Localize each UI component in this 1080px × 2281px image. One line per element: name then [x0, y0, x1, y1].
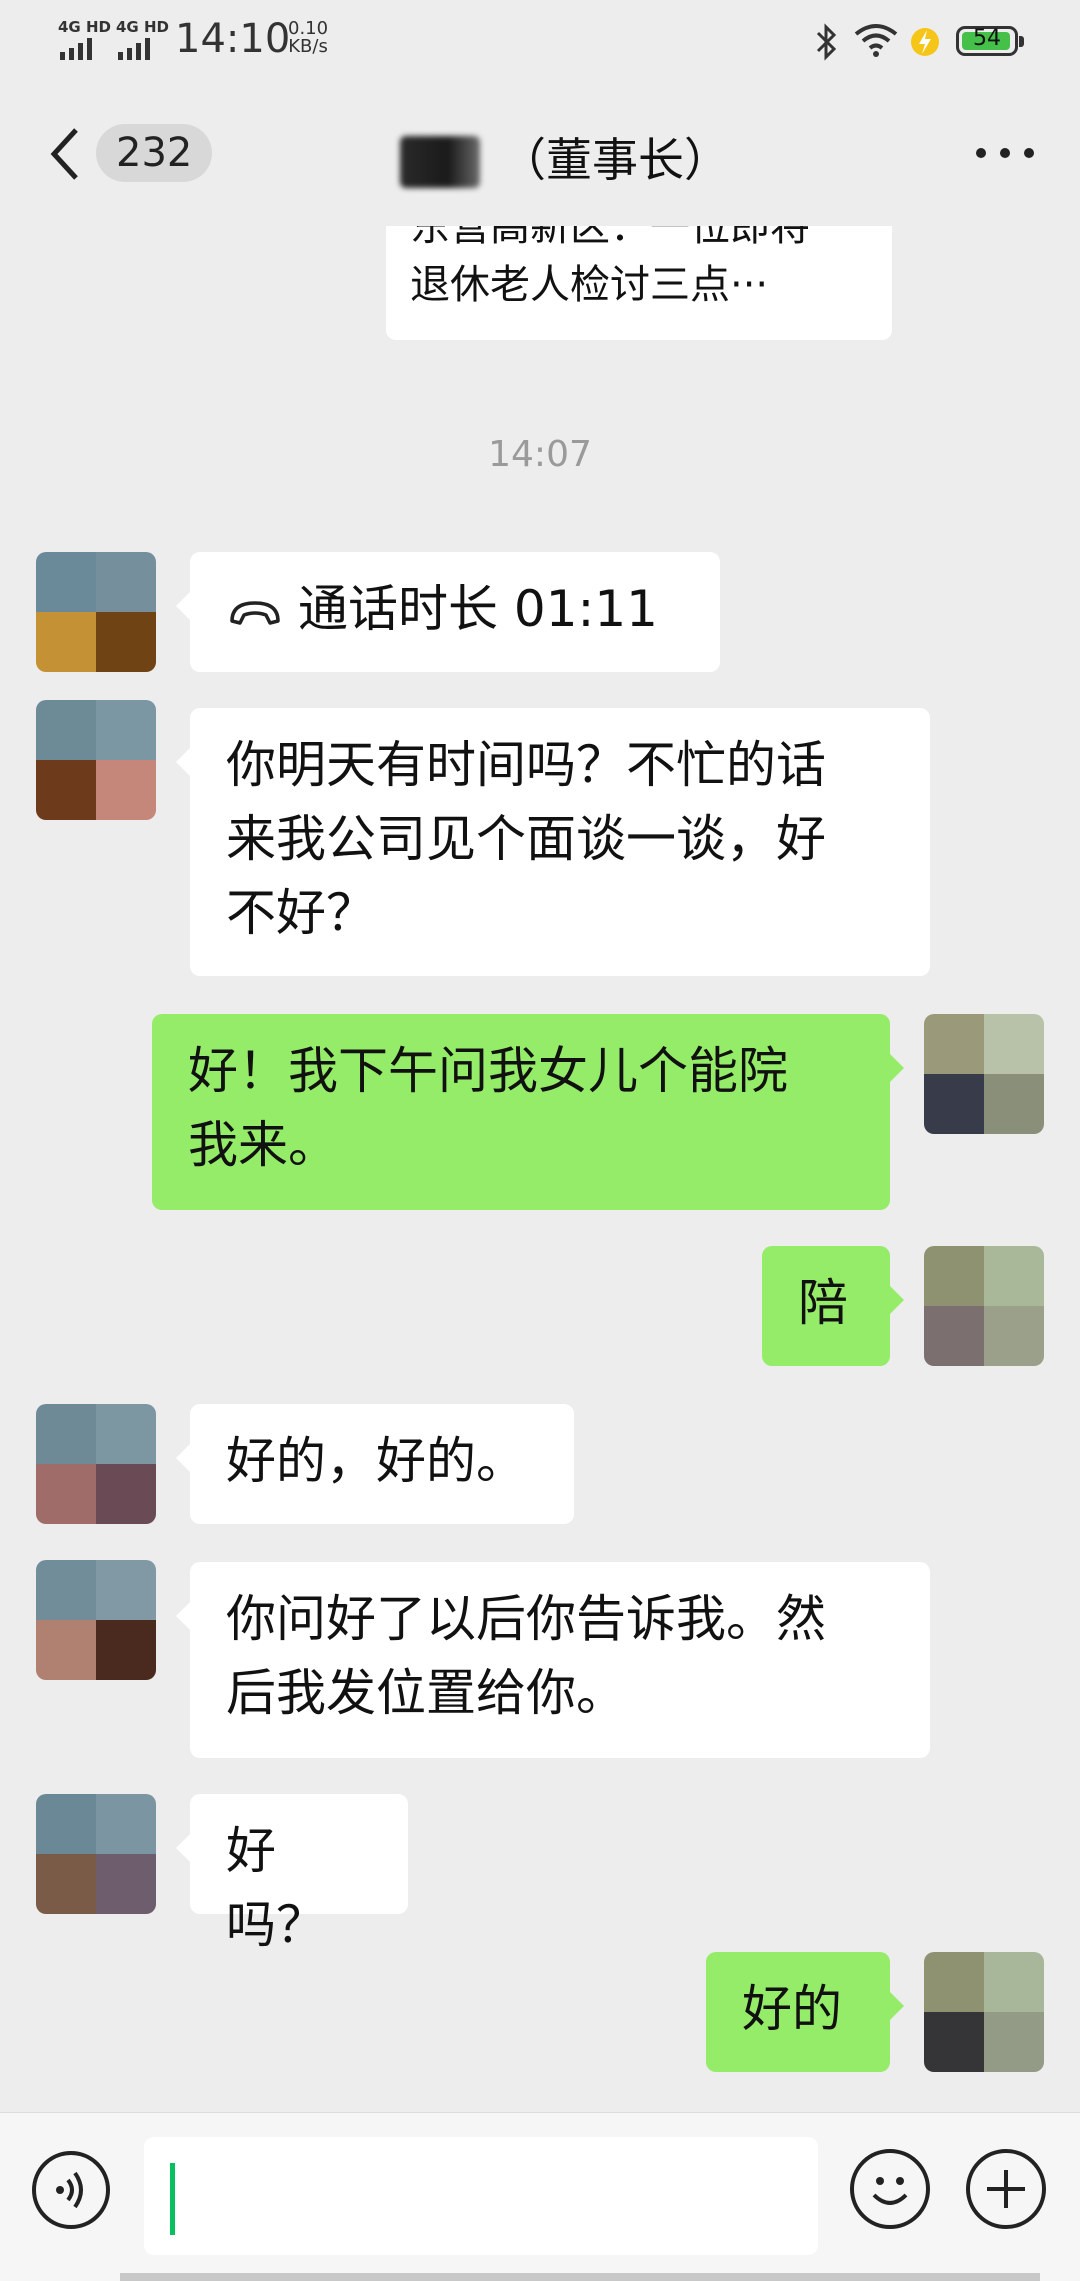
contact-avatar[interactable] [36, 1794, 156, 1914]
signal-1-icon [60, 38, 104, 60]
plus-icon[interactable] [966, 2149, 1046, 2229]
shared-article-card[interactable]: 东营高新区：一位即将 退休老人检讨三点··· [386, 226, 892, 340]
status-bar: 4G HD 4G HD 14:10 0.10 KB/s 54 [0, 0, 1080, 84]
signal-2-label: 4G HD [116, 18, 169, 36]
more-dots-icon[interactable] [976, 148, 1034, 160]
sent-message-bubble[interactable]: 好的 [706, 1952, 904, 2072]
call-record-bubble[interactable]: 通话时长 01:11 [176, 552, 720, 672]
my-avatar[interactable] [924, 1014, 1044, 1134]
chevron-left-icon[interactable] [46, 126, 86, 182]
contact-avatar[interactable] [36, 700, 156, 820]
received-message-bubble[interactable]: 你明天有时间吗？不忙的话 来我公司见个面谈一谈，好 不好？ [176, 708, 930, 976]
battery-level: 54 [973, 26, 1001, 51]
wifi-icon [854, 24, 898, 57]
chat-header: 232 （董事长） [0, 84, 1080, 226]
call-duration-text: 通话时长 01:11 [298, 580, 658, 638]
my-avatar[interactable] [924, 1952, 1044, 2072]
sent-message-bubble[interactable]: 陪 [762, 1246, 904, 1366]
network-speed-unit: KB/s [288, 36, 328, 57]
signal-2-icon [118, 38, 162, 60]
phone-hangup-icon [230, 600, 280, 625]
redacted-name [400, 136, 480, 188]
received-message-bubble[interactable]: 你问好了以后你告诉我。然 后我发位置给你。 [176, 1562, 930, 1758]
input-bar [0, 2112, 1080, 2281]
emoji-icon[interactable] [850, 2149, 930, 2229]
text-caret [170, 2163, 175, 2235]
bluetooth-icon [816, 23, 837, 61]
time-separator: 14:07 [488, 434, 592, 475]
network-speed: 0.10 KB/s [288, 20, 328, 56]
voice-input-icon[interactable] [32, 2151, 110, 2229]
message-input[interactable] [144, 2137, 818, 2255]
signal-1-label: 4G HD [58, 18, 111, 36]
sent-message-bubble[interactable]: 好！我下午问我女儿个能院 我来。 [152, 1014, 904, 1210]
status-clock: 14:10 [175, 16, 291, 62]
contact-avatar[interactable] [36, 1560, 156, 1680]
contact-avatar[interactable] [36, 552, 156, 672]
charging-icon [911, 28, 939, 56]
battery-icon: 54 [956, 26, 1024, 56]
received-message-bubble[interactable]: 好的，好的。 [176, 1404, 574, 1524]
voice-wave-glyph [56, 2171, 83, 2209]
smiley-glyph [872, 2177, 908, 2205]
message-list[interactable]: 东营高新区：一位即将 退休老人检讨三点··· 14:07 通话时长 01:11 … [0, 226, 1080, 2112]
contact-avatar[interactable] [36, 1404, 156, 1524]
received-message-bubble[interactable]: 好吗？ [176, 1794, 408, 1954]
article-snippet-line: 退休老人检讨三点··· [410, 262, 769, 308]
unread-count-badge[interactable]: 232 [96, 124, 213, 182]
chat-title: （董事长） [500, 133, 730, 187]
article-snippet-line: 东营高新区：一位即将 [410, 226, 810, 250]
my-avatar[interactable] [924, 1246, 1044, 1366]
